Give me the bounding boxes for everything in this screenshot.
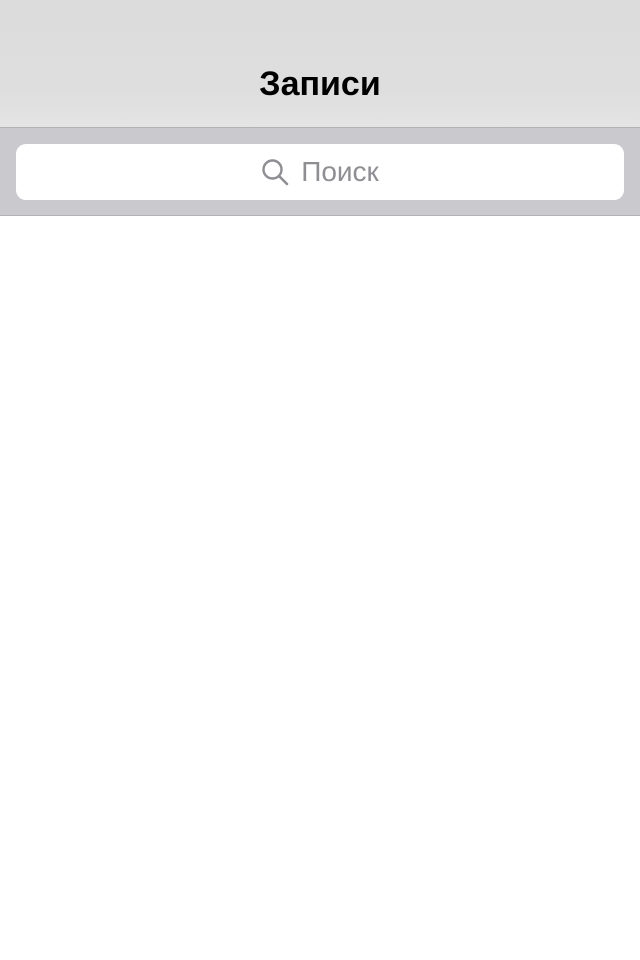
page-title: Записи — [259, 65, 381, 103]
navigation-bar: Записи — [0, 0, 640, 128]
search-input[interactable]: Поиск — [16, 144, 624, 200]
search-placeholder: Поиск — [301, 156, 379, 187]
search-bar: Поиск — [0, 128, 640, 216]
notes-list[interactable] — [0, 216, 640, 960]
notes-screen: Записи Поиск — [0, 0, 640, 960]
search-icon — [261, 158, 289, 186]
